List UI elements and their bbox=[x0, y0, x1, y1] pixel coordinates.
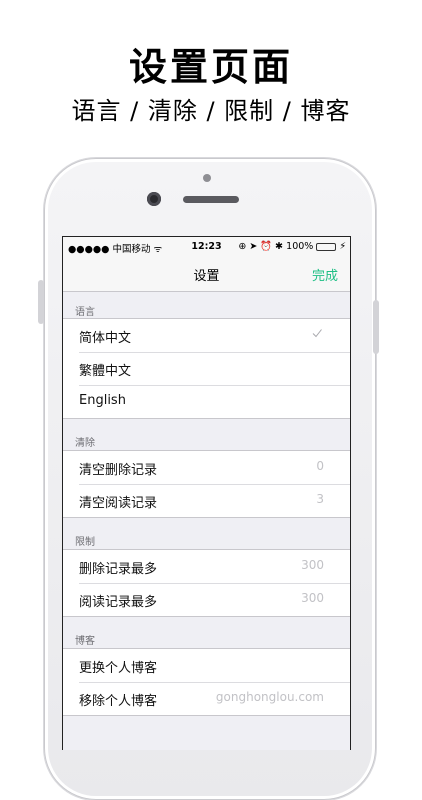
row-label: English bbox=[79, 393, 126, 408]
front-camera bbox=[147, 192, 161, 206]
row-label: 阅读记录最多 bbox=[79, 595, 158, 610]
earpiece-speaker bbox=[183, 196, 239, 203]
charging-icon: ⚡ bbox=[339, 241, 346, 252]
phone-screen: ●●●●● 中国移动 ᯤ 12:23 ⊕ ➤ ⏰ ✱ 100% ⚡ 设置 完成 … bbox=[62, 236, 351, 750]
group-blog: 更换个人博客 移除个人博客 gonghonglou.com bbox=[63, 648, 350, 716]
section-header-blog: 博客 bbox=[75, 636, 95, 647]
row-change-blog[interactable]: 更换个人博客 bbox=[63, 649, 350, 682]
section-header-clear: 清除 bbox=[75, 438, 95, 449]
row-label: 删除记录最多 bbox=[79, 562, 158, 577]
row-label: 繁體中文 bbox=[79, 364, 132, 379]
row-value: 300 bbox=[301, 558, 324, 572]
row-traditional-chinese[interactable]: 繁體中文 bbox=[63, 352, 350, 385]
power-button bbox=[373, 300, 379, 354]
volume-button bbox=[38, 280, 44, 324]
row-delete-limit[interactable]: 删除记录最多 300 bbox=[63, 550, 350, 583]
row-value: 3 bbox=[316, 492, 324, 506]
battery-percent: 100% bbox=[286, 241, 314, 252]
checkmark-icon bbox=[312, 329, 322, 338]
status-icons: ⊕ ➤ ⏰ ✱ bbox=[238, 241, 284, 252]
row-label: 清空删除记录 bbox=[79, 463, 158, 478]
group-language: 简体中文 繁體中文 English bbox=[63, 318, 350, 419]
nav-bar: 设置 完成 bbox=[63, 257, 350, 292]
row-simplified-chinese[interactable]: 简体中文 bbox=[63, 319, 350, 352]
battery-icon bbox=[316, 242, 337, 251]
group-clear: 清空删除记录 0 清空阅读记录 3 bbox=[63, 450, 350, 518]
proximity-sensor bbox=[203, 174, 211, 182]
row-label: 移除个人博客 bbox=[79, 694, 158, 709]
row-read-limit[interactable]: 阅读记录最多 300 bbox=[63, 583, 350, 616]
row-label: 简体中文 bbox=[79, 331, 132, 346]
row-english[interactable]: English bbox=[63, 385, 350, 418]
row-remove-blog[interactable]: 移除个人博客 gonghonglou.com bbox=[63, 682, 350, 715]
row-label: 更换个人博客 bbox=[79, 661, 158, 676]
section-header-limit: 限制 bbox=[75, 537, 95, 548]
row-label: 清空阅读记录 bbox=[79, 496, 158, 511]
done-button[interactable]: 完成 bbox=[312, 265, 338, 284]
row-value: 0 bbox=[316, 459, 324, 473]
section-header-language: 语言 bbox=[75, 307, 95, 318]
row-clear-read[interactable]: 清空阅读记录 3 bbox=[63, 484, 350, 517]
group-limit: 删除记录最多 300 阅读记录最多 300 bbox=[63, 549, 350, 617]
status-right: ⊕ ➤ ⏰ ✱ 100% ⚡ bbox=[238, 241, 346, 252]
row-clear-deleted[interactable]: 清空删除记录 0 bbox=[63, 451, 350, 484]
row-value: gonghonglou.com bbox=[215, 690, 324, 704]
nav-title: 设置 bbox=[193, 269, 220, 284]
promo-subtitle: 语言 / 清除 / 限制 / 博客 bbox=[71, 97, 351, 125]
row-value: 300 bbox=[301, 591, 324, 605]
promo-title: 设置页面 bbox=[128, 45, 293, 89]
status-bar: ●●●●● 中国移动 ᯤ 12:23 ⊕ ➤ ⏰ ✱ 100% ⚡ bbox=[63, 237, 350, 257]
